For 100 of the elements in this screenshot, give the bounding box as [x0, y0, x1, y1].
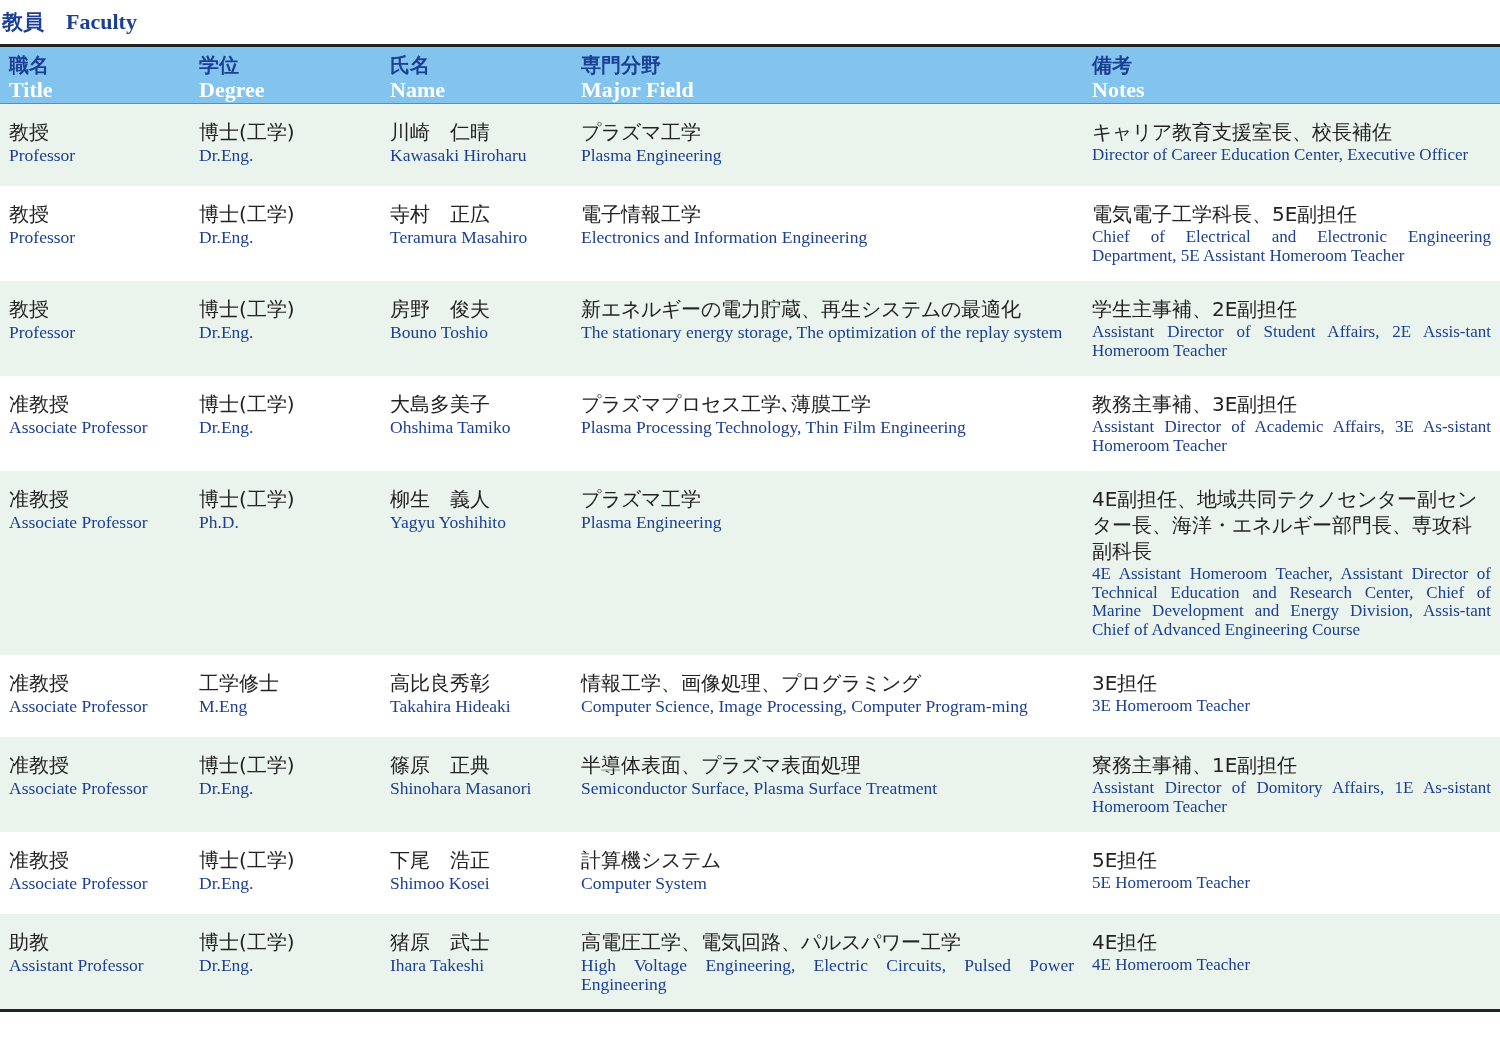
japanese-text: プラズマ工学	[581, 486, 702, 512]
column-header-english: Title	[9, 78, 54, 102]
japanese-text: 学生主事補、2E副担任	[1092, 296, 1299, 322]
column-header-japanese: 職名	[9, 52, 50, 78]
heading-english: Faculty	[66, 9, 137, 35]
english-text: Chief of Electrical and Electronic Engineering Department, 5E Assistant Homeroom Teacher	[1092, 228, 1491, 265]
english-text: Plasma Processing Technology, Thin Film Engineering	[581, 418, 967, 437]
column-header-english: Major Field	[581, 78, 695, 102]
japanese-text: 博士(工学)	[199, 847, 296, 873]
japanese-text: 博士(工学)	[199, 752, 296, 778]
english-text: Professor	[9, 146, 77, 165]
english-text: Ph.D.	[199, 513, 240, 532]
japanese-text: 工学修士	[199, 670, 280, 696]
japanese-text: キャリア教育支援室長、校長補佐	[1092, 119, 1393, 145]
column-header-japanese: 氏名	[390, 52, 431, 78]
english-text: Shimoo Kosei	[390, 874, 491, 893]
english-text: 4E Assistant Homeroom Teacher, Assistant Director of Technical Education and Research Center, Chief of Marine Development and Energy Division, Assis-tant Chief of Advanced Engineering Course	[1092, 565, 1491, 639]
english-text: Yagyu Yoshihito	[390, 513, 507, 532]
japanese-text: 教授	[9, 296, 50, 322]
english-text: Assistant Director of Domitory Affairs, 1E As-sistant Homeroom Teacher	[1092, 779, 1491, 816]
japanese-text: 柳生 義人	[390, 486, 491, 512]
japanese-text: 助教	[9, 929, 50, 955]
english-text: Dr.Eng.	[199, 874, 255, 893]
english-text: Electronics and Information Engineering	[581, 228, 869, 247]
japanese-text: 博士(工学)	[199, 391, 296, 417]
japanese-text: 准教授	[9, 847, 70, 873]
english-text: High Voltage Engineering, Electric Circuits, Pulsed Power Engineering	[581, 956, 1074, 993]
english-text: Shinohara Masanori	[390, 779, 533, 798]
japanese-text: 川崎 仁晴	[390, 119, 491, 145]
english-text: Dr.Eng.	[199, 228, 255, 247]
japanese-text: プラズマ工学	[581, 119, 702, 145]
english-text: Associate Professor	[9, 513, 149, 532]
japanese-text: 電子情報工学	[581, 201, 702, 227]
japanese-text: 博士(工学)	[199, 929, 296, 955]
english-text: Kawasaki Hiroharu	[390, 146, 528, 165]
english-text: Takahira Hideaki	[390, 697, 512, 716]
japanese-text: 博士(工学)	[199, 119, 296, 145]
japanese-text: 教授	[9, 119, 50, 145]
english-text: 4E Homeroom Teacher	[1092, 956, 1252, 975]
column-header-japanese: 専門分野	[581, 52, 662, 78]
japanese-text: 情報工学、画像処理、プログラミング	[581, 670, 922, 696]
japanese-text: 房野 俊夫	[390, 296, 491, 322]
japanese-text: 計算機システム	[581, 847, 722, 873]
japanese-text: 新エネルギーの電力貯蔵、再生システムの最適化	[581, 296, 1022, 322]
english-text: Dr.Eng.	[199, 418, 255, 437]
english-text: Plasma Engineering	[581, 513, 723, 532]
japanese-text: プラズマプロセス工学､薄膜工学	[581, 391, 872, 417]
english-text: Associate Professor	[9, 779, 149, 798]
japanese-text: 高比良秀彰	[390, 670, 491, 696]
english-text: The stationary energy storage, The optimization of the replay system	[581, 323, 1064, 342]
english-text: Ohshima Tamiko	[390, 418, 512, 437]
english-text: Ihara Takeshi	[390, 956, 486, 975]
english-text: Assistant Director of Academic Affairs, 3E As-sistant Homeroom Teacher	[1092, 418, 1491, 455]
english-text: Director of Career Education Center, Executive Officer	[1092, 146, 1470, 165]
japanese-text: 准教授	[9, 752, 70, 778]
english-text: Semiconductor Surface, Plasma Surface Treatment	[581, 779, 939, 798]
english-text: Dr.Eng.	[199, 779, 255, 798]
column-header-english: Name	[390, 78, 446, 102]
column-header-japanese: 学位	[199, 52, 240, 78]
japanese-text: 下尾 浩正	[390, 847, 491, 873]
japanese-text: 寮務主事補、1E副担任	[1092, 752, 1299, 778]
japanese-text: 5E担任	[1092, 847, 1159, 873]
column-header-japanese: 備考	[1092, 52, 1133, 78]
japanese-text: 教授	[9, 201, 50, 227]
japanese-text: 教務主事補、3E副担任	[1092, 391, 1299, 417]
japanese-text: 大島多美子	[390, 391, 491, 417]
english-text: Associate Professor	[9, 874, 149, 893]
japanese-text: 篠原 正典	[390, 752, 491, 778]
japanese-text: 博士(工学)	[199, 201, 296, 227]
english-text: 3E Homeroom Teacher	[1092, 697, 1252, 716]
japanese-text: 高電圧工学、電気回路、パルスパワー工学	[581, 929, 962, 955]
english-text: Computer System	[581, 874, 708, 893]
english-text: Associate Professor	[9, 418, 149, 437]
english-text: Professor	[9, 323, 77, 342]
japanese-text: 博士(工学)	[199, 296, 296, 322]
english-text: Assistant Director of Student Affairs, 2E Assis-tant Homeroom Teacher	[1092, 323, 1491, 360]
column-header-english: Notes	[1092, 78, 1146, 102]
japanese-text: 3E担任	[1092, 670, 1159, 696]
english-text: Bouno Toshio	[390, 323, 490, 342]
english-text: Plasma Engineering	[581, 146, 723, 165]
japanese-text: 寺村 正広	[390, 201, 491, 227]
japanese-text: 博士(工学)	[199, 486, 296, 512]
column-header-english: Degree	[199, 78, 266, 102]
english-text: 5E Homeroom Teacher	[1092, 874, 1252, 893]
japanese-text: 准教授	[9, 391, 70, 417]
english-text: Associate Professor	[9, 697, 149, 716]
english-text: Dr.Eng.	[199, 323, 255, 342]
japanese-text: 4E担任	[1092, 929, 1159, 955]
japanese-text: 電気電子工学科長、5E副担任	[1092, 201, 1359, 227]
english-text: Teramura Masahiro	[390, 228, 529, 247]
japanese-text: 4E副担任、地域共同テクノセンター副センター長、海洋・エネルギー部門長、専攻科副科長	[1092, 486, 1479, 564]
japanese-text: 准教授	[9, 670, 70, 696]
japanese-text: 猪原 武士	[390, 929, 491, 955]
english-text: Assistant Professor	[9, 956, 145, 975]
english-text: Computer Science, Image Processing, Computer Program-ming	[581, 697, 1029, 716]
japanese-text: 准教授	[9, 486, 70, 512]
heading-japanese: 教員	[2, 9, 44, 36]
english-text: M.Eng	[199, 697, 249, 716]
japanese-text: 半導体表面、プラズマ表面処理	[581, 752, 862, 778]
english-text: Professor	[9, 228, 77, 247]
